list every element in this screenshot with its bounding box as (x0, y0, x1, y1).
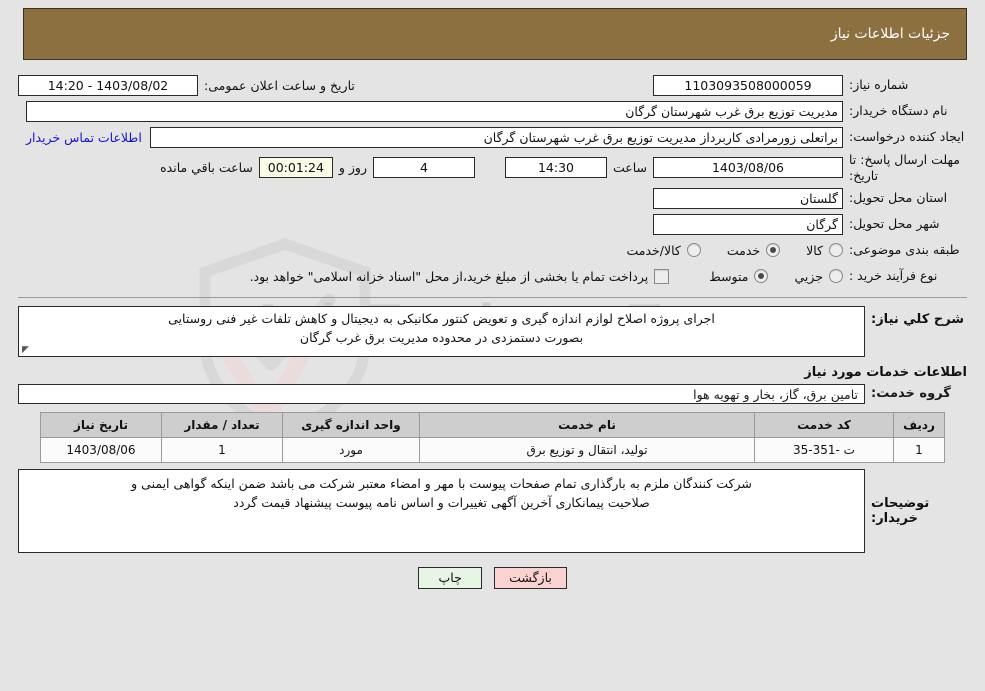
description-line-2: بصورت دستمزدی در محدوده مدیریت برق غرب گ… (299, 330, 584, 345)
resize-grip-icon[interactable] (21, 346, 30, 355)
window-title-bar: جزئیات اطلاعات نیاز (23, 8, 967, 60)
row-need-number: شماره نیاز: 1103093508000059 تاریخ و ساع… (18, 74, 967, 96)
back-button[interactable]: بازگشت (494, 566, 567, 589)
public-announce-label: تاریخ و ساعت اعلان عمومی: (204, 77, 355, 93)
treasury-payment-label: پرداخت تمام یا بخشی از مبلغ خرید،از محل … (249, 268, 649, 284)
remaining-days-value: 4 (372, 157, 475, 179)
category-option-kala-label: کالا (806, 242, 823, 258)
page-root: AniaTender.neT جزئیات اطلاعات نیاز شماره… (0, 0, 985, 691)
notes-textarea[interactable]: شرکت کنندگان ملزم به بارگذاری تمام صفحات… (18, 468, 865, 553)
col-code: کد خدمت (754, 411, 894, 438)
category-option-kala-khedmat-label: کالا/خدمت (626, 242, 681, 258)
remaining-days-label: روز و (338, 160, 367, 176)
radio-icon-jozi[interactable] (829, 269, 843, 284)
deadline-hour-value: 14:30 (504, 157, 607, 179)
buyer-org-value: مدیریت توزیع برق غرب شهرستان گرگان (26, 100, 843, 122)
service-group-label: گروه خدمت: (871, 386, 951, 402)
service-group-value: تامین برق، گاز، بخار و تهویه هوا (18, 383, 865, 404)
countdown-timer: 00:01:24 (258, 157, 333, 179)
process-option-motevaset[interactable]: متوسط (709, 268, 769, 284)
category-option-kala-khedmat[interactable]: کالا/خدمت (626, 242, 701, 258)
service-group-row: گروه خدمت: تامین برق، گاز، بخار و تهویه … (0, 382, 985, 412)
row-subject-category: طبقه بندی موضوعی: کالا خدمت کالا/خدمت (18, 239, 967, 261)
col-date: تاریخ نیاز (40, 411, 162, 438)
notes-line-2: صلاحیت پیمانکاری آخرین آگهی تغییرات و اس… (233, 495, 650, 511)
category-label: طبقه بندی موضوعی: (849, 241, 960, 257)
description-line-1: اجرای پروژه اصلاح لوازم اندازه گیری و تع… (168, 311, 715, 327)
col-unit: واحد اندازه گیری (282, 411, 420, 438)
creator-label: ایجاد کننده درخواست: (849, 128, 965, 144)
row-purchase-process: نوع فرآیند خرید : جزیي متوسط پرداخت تمام… (18, 265, 967, 287)
province-value: گلستان (653, 187, 843, 209)
col-quantity: تعداد / مقدار (161, 411, 283, 438)
general-description-section: شرح کلي نیاز: اجرای پروژه اصلاح لوازم ان… (0, 298, 985, 357)
buyer-contact-link[interactable]: اطلاعات تماس خریدار (18, 130, 150, 145)
radio-icon-motevaset[interactable] (754, 269, 769, 284)
deadline-label: مهلت ارسال پاسخ: تا تاریخ: (849, 152, 960, 183)
province-label: استان محل تحویل: (849, 189, 948, 205)
row-delivery-city: شهر محل تحویل: گرگان (18, 213, 967, 235)
cell-unit: مورد (282, 436, 420, 463)
action-button-bar: بازگشت چاپ (0, 553, 985, 589)
row-delivery-province: استان محل تحویل: گلستان (18, 187, 967, 209)
category-option-khedmat-label: خدمت (726, 242, 761, 258)
process-option-motevaset-label: متوسط (709, 268, 749, 284)
need-number-value: 1103093508000059 (653, 74, 843, 96)
city-value: گرگان (653, 213, 843, 235)
table-header-row: ردیف کد خدمت نام خدمت واحد اندازه گیری ت… (40, 411, 945, 438)
description-textarea[interactable]: اجرای پروژه اصلاح لوازم اندازه گیری و تع… (18, 306, 865, 357)
checkbox-icon-treasury-payment[interactable] (654, 268, 670, 284)
category-option-khedmat[interactable]: خدمت (726, 242, 781, 258)
cell-date: 1403/08/06 (40, 436, 162, 463)
process-option-jozi[interactable]: جزیي (794, 269, 843, 284)
need-number-label: شماره نیاز: (849, 76, 909, 92)
services-table-wrap: ردیف کد خدمت نام خدمت واحد اندازه گیری ت… (0, 411, 985, 463)
services-section-title: اطلاعات خدمات مورد نیاز (804, 364, 967, 380)
notes-line-1: شرکت کنندگان ملزم به بارگذاری تمام صفحات… (131, 475, 752, 491)
need-info-form: شماره نیاز: 1103093508000059 تاریخ و ساع… (0, 64, 985, 297)
radio-icon-khedmat[interactable] (766, 243, 781, 258)
col-index: ردیف (893, 411, 945, 438)
col-name: نام خدمت (419, 411, 755, 438)
category-option-kala[interactable]: کالا (806, 243, 843, 258)
creator-value: براتعلی زورمرادی کاربرداز مدیریت توزیع ب… (149, 126, 843, 148)
countdown-label: ساعت باقي مانده (160, 160, 253, 176)
cell-name: تولید، انتقال و توزیع برق (419, 436, 755, 463)
category-radio-group: کالا خدمت کالا/خدمت (600, 243, 843, 258)
radio-icon-kala[interactable] (829, 243, 843, 258)
row-response-deadline: مهلت ارسال پاسخ: تا تاریخ: 1403/08/06 سا… (18, 152, 967, 183)
cell-code: ت -351-35 (754, 436, 894, 463)
process-radio-group: جزیي متوسط (683, 269, 843, 284)
public-announce-value: 1403/08/02 - 14:20 (18, 74, 198, 96)
cell-quantity: 1 (161, 436, 283, 463)
radio-icon-kala-khedmat[interactable] (686, 243, 701, 258)
deadline-hour-label: ساعت (612, 160, 647, 176)
notes-label: توضیحات خریدار: (871, 495, 930, 526)
row-request-creator: ایجاد کننده درخواست: براتعلی زورمرادی کا… (18, 126, 967, 148)
process-label: نوع فرآیند خرید : (849, 267, 938, 283)
services-table: ردیف کد خدمت نام خدمت واحد اندازه گیری ت… (40, 411, 945, 463)
city-label: شهر محل تحویل: (849, 215, 940, 231)
process-option-jozi-label: جزیي (794, 268, 823, 284)
description-label: شرح کلي نیاز: (871, 312, 965, 328)
row-buyer-org: نام دستگاه خریدار: مدیریت توزیع برق غرب … (18, 100, 967, 122)
buyer-notes-section: توضیحات خریدار: شرکت کنندگان ملزم به بار… (0, 463, 985, 553)
deadline-date-value: 1403/08/06 (653, 157, 843, 179)
table-row: 1 ت -351-35 تولید، انتقال و توزیع برق مو… (40, 436, 945, 463)
print-button[interactable]: چاپ (418, 566, 483, 589)
cell-index: 1 (893, 436, 945, 463)
treasury-payment-checkbox-item[interactable]: پرداخت تمام یا بخشی از مبلغ خرید،از محل … (249, 268, 670, 284)
page-title: جزئیات اطلاعات نیاز (830, 26, 950, 42)
main-content: شماره نیاز: 1103093508000059 تاریخ و ساع… (0, 64, 985, 589)
buyer-org-label: نام دستگاه خریدار: (849, 102, 948, 118)
